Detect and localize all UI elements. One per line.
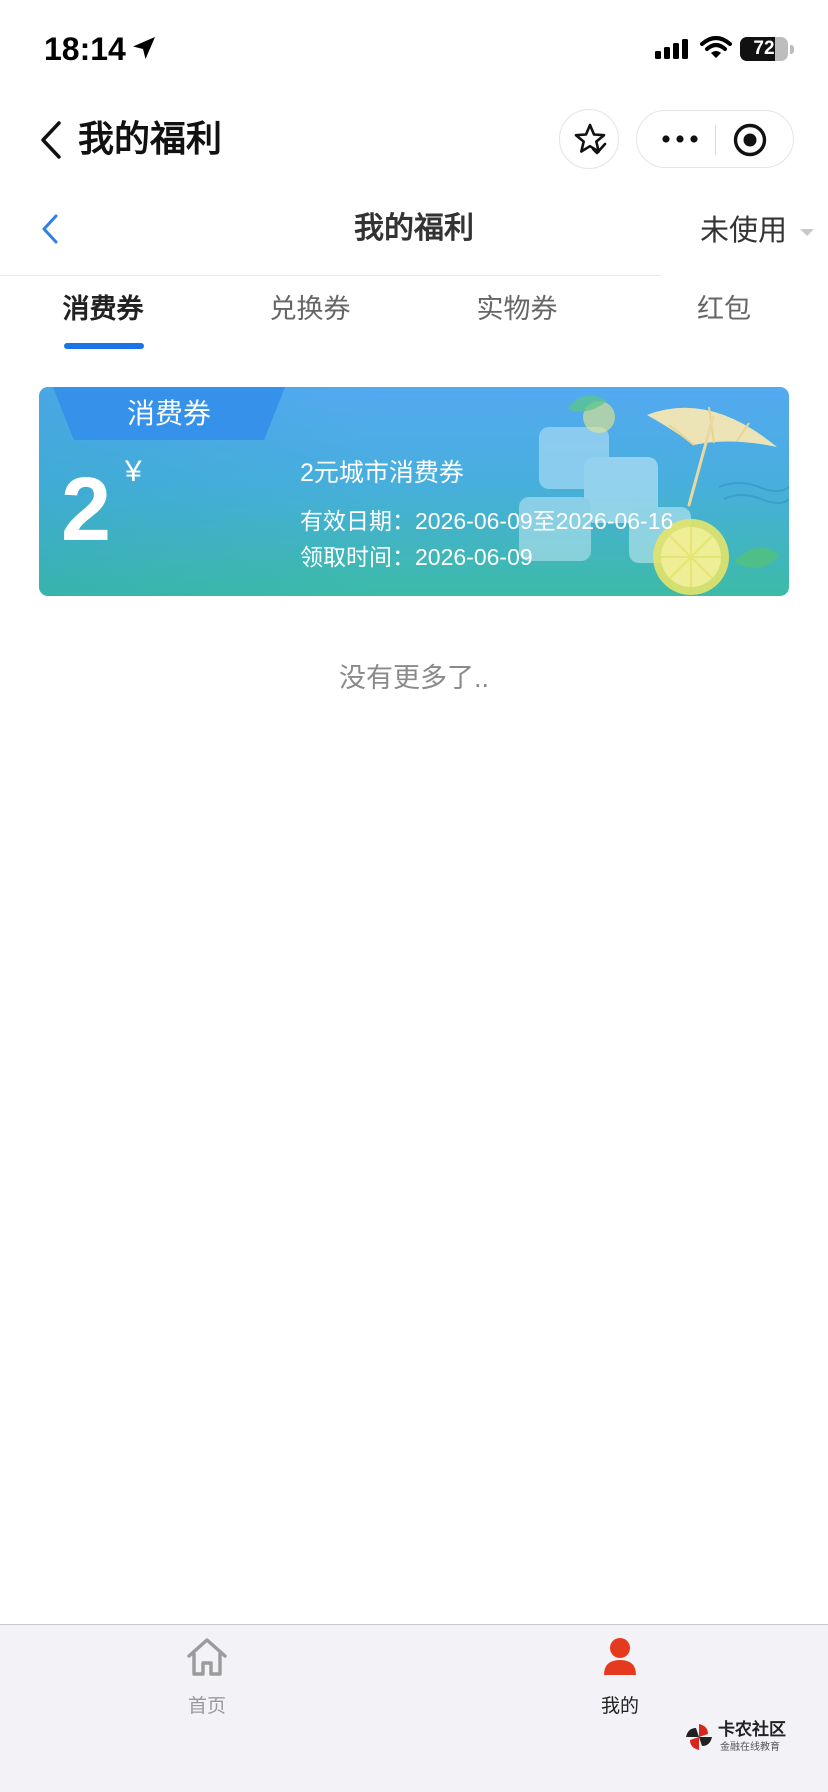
back-chevron-icon[interactable] [38, 120, 64, 160]
tab-red-packet[interactable]: 红包 [644, 290, 804, 328]
list-end-text: 没有更多了.. [338, 663, 489, 693]
more-dots-icon[interactable] [662, 131, 698, 147]
capsule-divider [715, 125, 716, 155]
umbrella [647, 406, 777, 507]
nav-item-mine[interactable]: 我的 [560, 1625, 680, 1735]
coupon-received-date: 领取时间：2026-06-09 [300, 544, 533, 570]
status-filter-dropdown[interactable]: 未使用 [700, 212, 787, 250]
signal-icon [655, 39, 688, 59]
mini-program-title: 我的福利 [78, 118, 223, 159]
tab-exchange-voucher[interactable]: 兑换券 [230, 290, 390, 328]
coupon-card[interactable]: 消费券 2 ¥ 2元城市消费券 有效日期：2026-06-09至2026-06-… [39, 387, 789, 596]
watermark-tagline: 金融在线教育 [720, 1742, 780, 1753]
tab-physical-voucher[interactable]: 实物券 [437, 290, 597, 328]
battery-icon: 72 [740, 37, 788, 61]
dropdown-caret-icon[interactable] [800, 229, 814, 236]
coupon-amount: 2 [61, 460, 112, 560]
tab-consumption-voucher[interactable]: 消费券 [23, 290, 183, 328]
nav-item-home[interactable]: 首页 [147, 1625, 267, 1735]
bottom-nav: 首页 我的 [0, 1624, 828, 1792]
watermark-name: 卡农社区 [718, 1720, 786, 1739]
currency-symbol: ¥ [125, 455, 142, 488]
watermark-logo-icon [686, 1724, 712, 1750]
coupon-type-label: 消费券 [126, 398, 211, 429]
nav-label-home: 首页 [187, 1696, 226, 1717]
home-icon [187, 1638, 227, 1676]
battery-percent: 72 [753, 38, 775, 59]
mini-program-capsule [636, 110, 794, 168]
battery-nub [790, 45, 794, 54]
nav-label-mine: 我的 [600, 1696, 639, 1717]
favorite-button[interactable] [559, 109, 619, 169]
coupon-name: 2元城市消费券 [300, 459, 464, 487]
header-divider [0, 275, 662, 276]
wave-lines [718, 482, 789, 504]
active-tab-indicator [64, 343, 144, 349]
star-check-icon [574, 123, 607, 155]
status-time: 18:14 [44, 31, 126, 67]
target-icon[interactable] [732, 122, 768, 158]
location-arrow-icon [133, 37, 155, 59]
user-icon [604, 1638, 636, 1675]
wifi-icon [700, 36, 732, 58]
coupon-valid-period: 有效日期：2026-06-09至2026-06-16 [300, 508, 674, 534]
